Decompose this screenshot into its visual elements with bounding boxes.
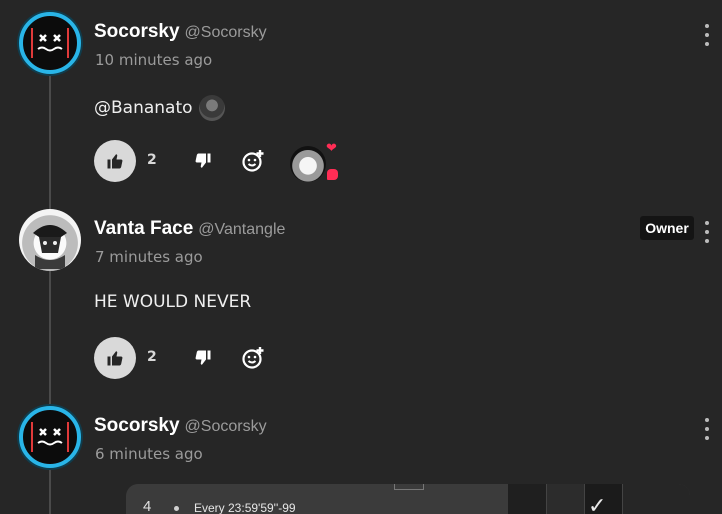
attachment-box <box>394 484 424 490</box>
timestamp: 7 minutes ago <box>95 248 203 266</box>
owner-badge: Owner <box>640 216 694 240</box>
like-button[interactable] <box>94 337 136 379</box>
avatar[interactable] <box>19 12 81 74</box>
like-button[interactable] <box>94 140 136 182</box>
creator-heart: ❤ <box>290 142 338 182</box>
author-handle[interactable]: @Vantangle <box>198 221 285 238</box>
hooded-figure-icon <box>33 225 67 269</box>
bullet-icon <box>174 506 179 511</box>
author-handle[interactable]: @Socorsky <box>185 24 267 41</box>
comment-actions: 2 ❤ <box>94 140 394 182</box>
heart-icon: ❤ <box>326 141 337 156</box>
attachment-cell <box>622 484 690 514</box>
thumbs-up-icon <box>107 351 123 366</box>
attachment-row-number: 4 <box>143 498 152 514</box>
creator-avatar <box>290 146 326 182</box>
more-options-icon[interactable] <box>703 221 711 243</box>
avatar[interactable] <box>19 406 81 468</box>
image-attachment[interactable]: 4 Every 23:59'59''-99 ✓ <box>126 484 690 514</box>
attachment-row-text: Every 23:59'59''-99 <box>194 501 296 514</box>
thumbs-up-icon <box>107 154 123 169</box>
like-count: 2 <box>147 349 157 365</box>
author-name[interactable]: Socorsky @Socorsky <box>94 21 267 43</box>
comment-text: @Bananato <box>94 95 225 121</box>
attachment-cell <box>508 484 546 514</box>
skull-face-icon <box>31 420 69 454</box>
thumbs-down-icon <box>195 153 211 168</box>
like-count: 2 <box>147 152 157 168</box>
mention-avatar-icon <box>198 95 225 121</box>
comment-actions: 2 <box>94 337 394 379</box>
more-options-icon[interactable] <box>703 418 711 440</box>
add-reaction-icon <box>242 150 264 172</box>
reply-bubble-icon <box>327 169 338 180</box>
checkmark-icon: ✓ <box>588 494 607 514</box>
thumbs-down-icon <box>195 350 211 365</box>
comment-text: HE WOULD NEVER <box>94 292 252 312</box>
add-reaction-button[interactable] <box>240 148 266 174</box>
mention-link[interactable]: @Bananato <box>94 98 193 118</box>
dislike-button[interactable] <box>192 347 214 369</box>
author-handle[interactable]: @Socorsky <box>185 418 267 435</box>
timestamp: 10 minutes ago <box>95 51 213 69</box>
skull-face-icon <box>31 26 69 60</box>
more-options-icon[interactable] <box>703 24 711 46</box>
dislike-button[interactable] <box>192 150 214 172</box>
author-name[interactable]: Vanta Face @Vantangle <box>94 218 285 240</box>
avatar[interactable] <box>19 209 81 271</box>
author-name[interactable]: Socorsky @Socorsky <box>94 415 267 437</box>
add-reaction-button[interactable] <box>240 345 266 371</box>
attachment-cell <box>546 484 584 514</box>
timestamp: 6 minutes ago <box>95 445 203 463</box>
add-reaction-icon <box>242 347 264 369</box>
